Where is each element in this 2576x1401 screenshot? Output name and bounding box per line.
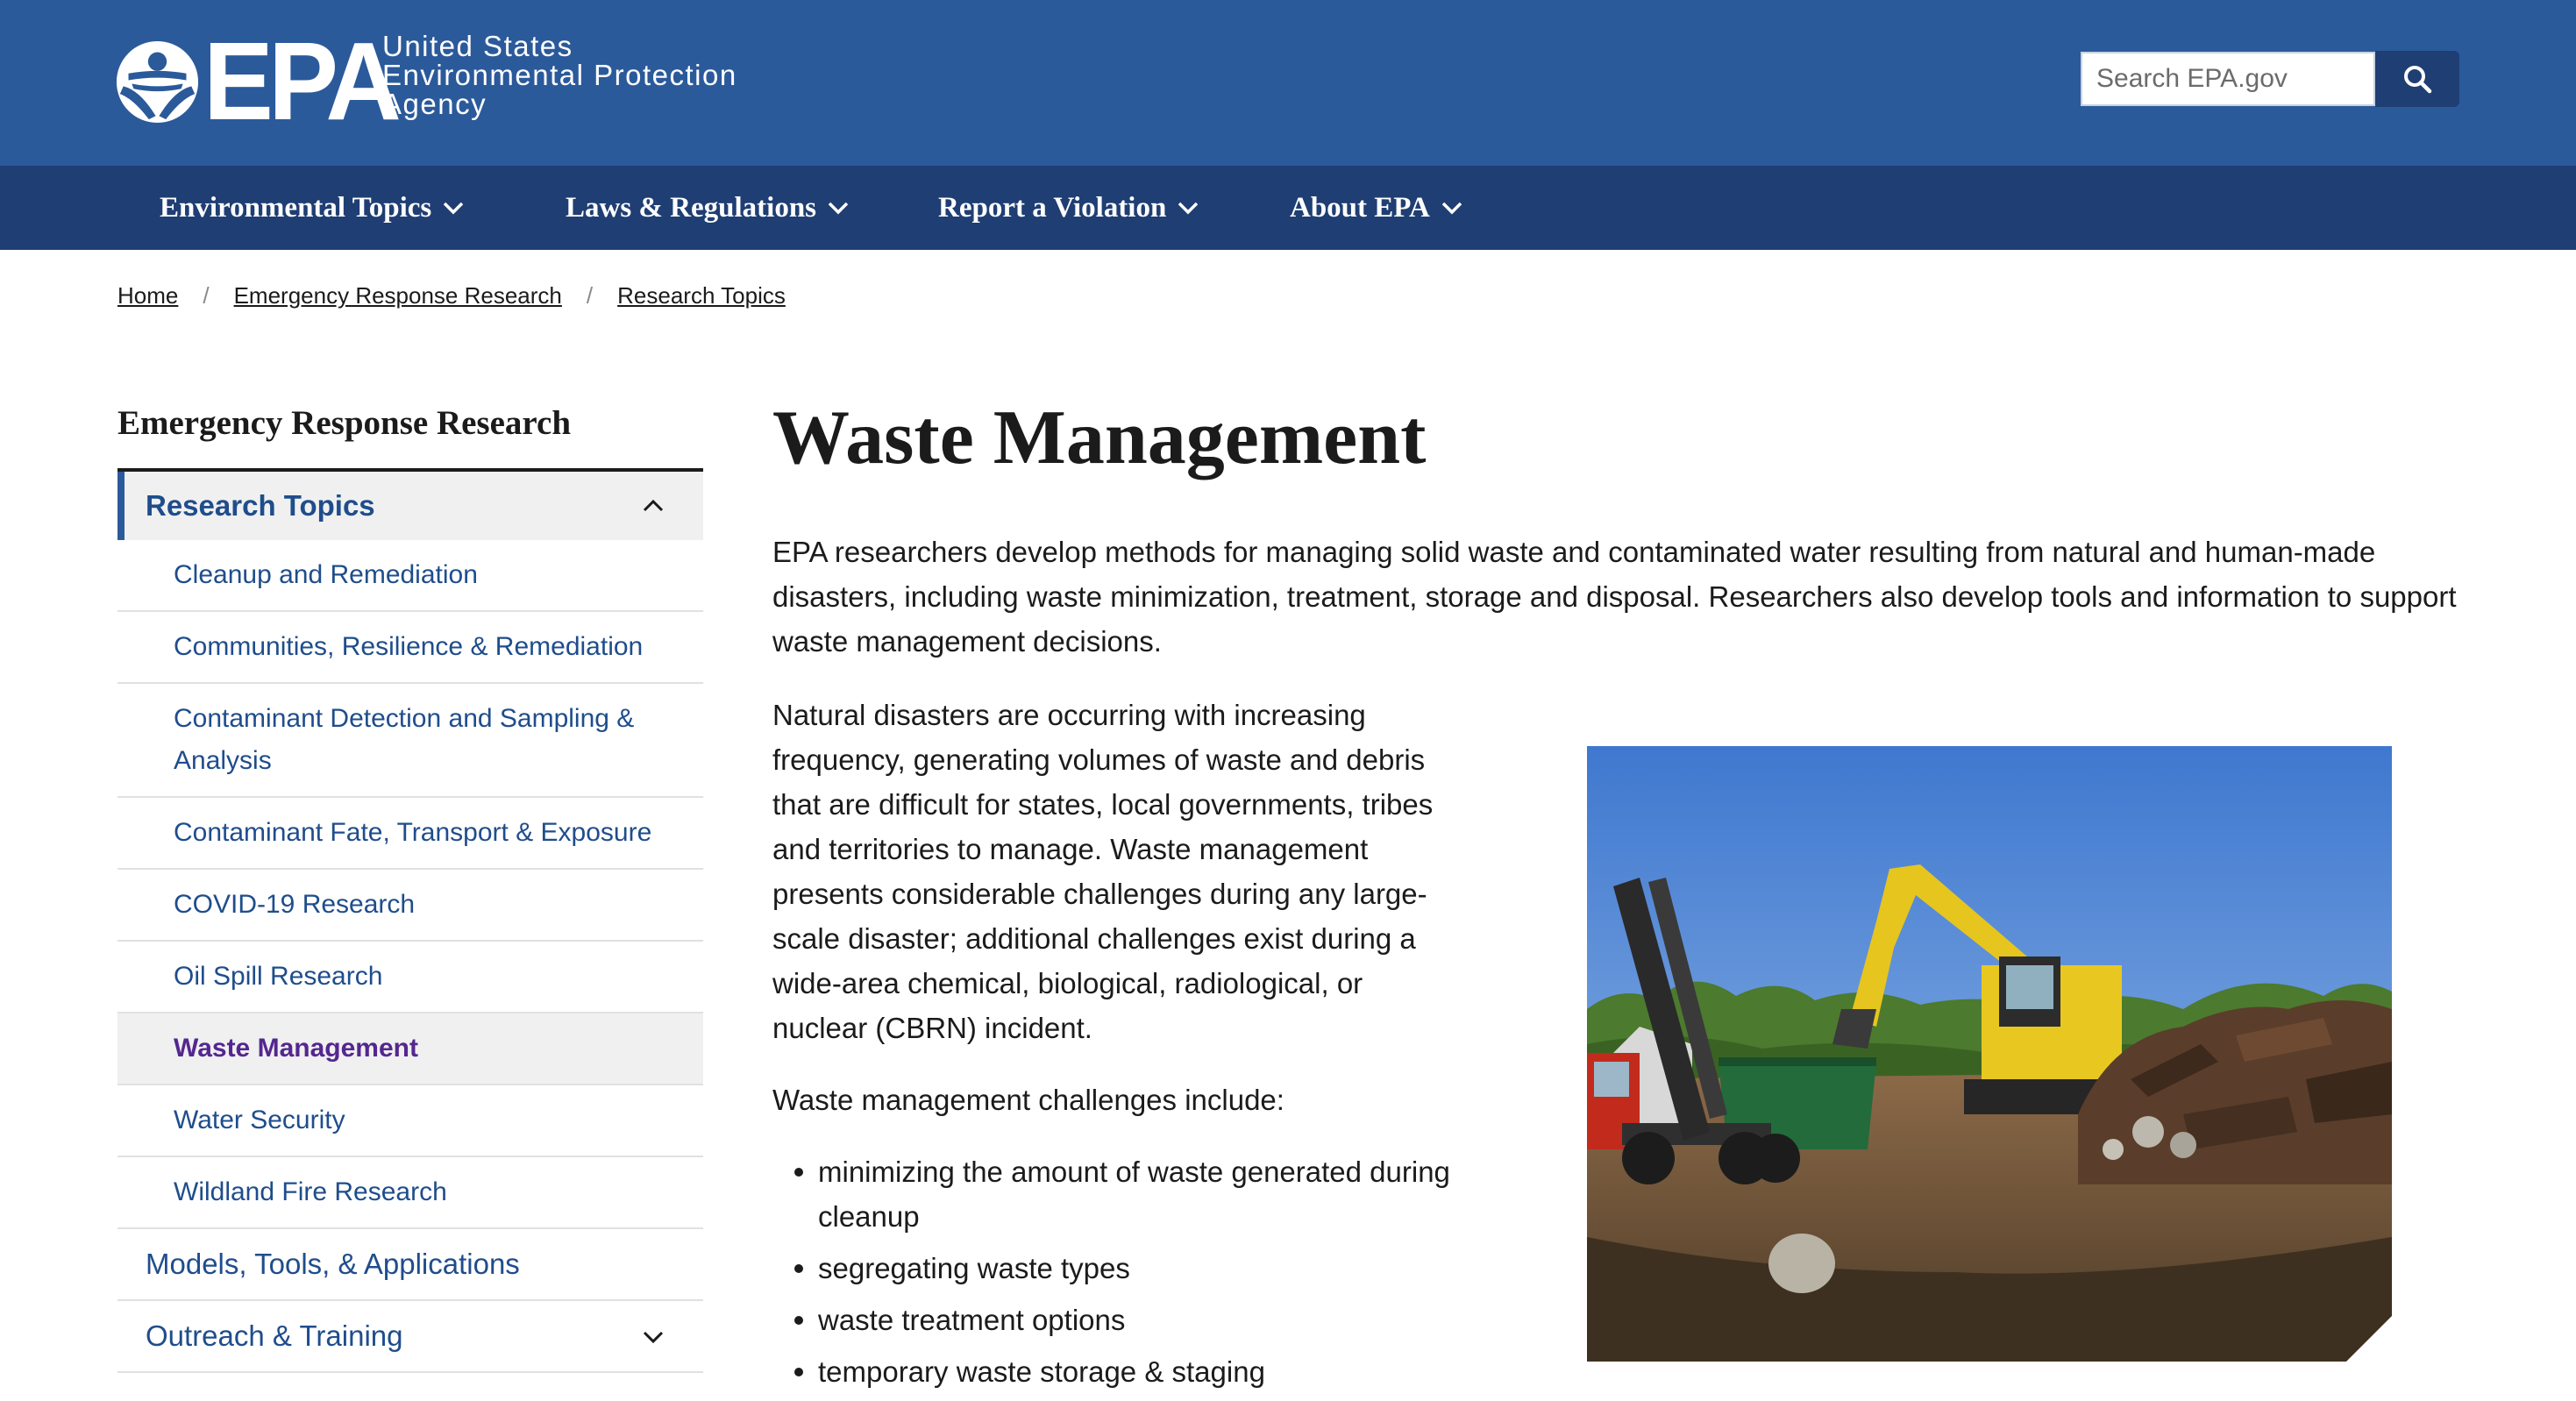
search-icon	[2404, 66, 2432, 94]
epa-logo[interactable]: EPA	[115, 19, 407, 143]
waste-site-photo	[1587, 746, 2392, 1362]
chevron-down-icon	[1178, 202, 1199, 215]
sidebar-item-outreach-training[interactable]: Outreach & Training	[117, 1301, 703, 1373]
search-button[interactable]	[2375, 51, 2459, 107]
nav-label: Report a Violation	[938, 191, 1167, 224]
search-input[interactable]	[2081, 52, 2375, 106]
sidebar-item-label: Outreach & Training	[146, 1319, 403, 1352]
sidebar-item-cleanup-remediation[interactable]: Cleanup and Remediation	[117, 540, 703, 612]
nav-label: About EPA	[1290, 191, 1430, 224]
agency-line: United States	[382, 30, 573, 62]
nav-laws-regulations[interactable]: Laws & Regulations	[566, 166, 850, 250]
intro-paragraph: EPA researchers develop methods for mana…	[772, 536, 2457, 658]
page-title: Waste Management	[772, 395, 1427, 480]
sidebar-item-label: Models, Tools, & Applications	[146, 1248, 520, 1280]
nav-report-violation[interactable]: Report a Violation	[938, 166, 1199, 250]
list-item: segregating waste types	[772, 1246, 1465, 1291]
agency-name: United States Environmental Protection A…	[382, 32, 737, 118]
list-item: minimizing the amount of waste generated…	[772, 1149, 1465, 1239]
site-search	[2081, 51, 2459, 107]
sidebar-item-water-security[interactable]: Water Security	[117, 1085, 703, 1157]
challenges-list: minimizing the amount of waste generated…	[772, 1149, 1465, 1401]
sidebar-title: Emergency Response Research	[117, 395, 703, 472]
sidebar-item-oil-spill-research[interactable]: Oil Spill Research	[117, 942, 703, 1013]
challenges-intro: Waste management challenges include:	[772, 1084, 1284, 1116]
site-header: EPA United States Environmental Protecti…	[0, 0, 2576, 166]
chevron-down-icon[interactable]	[642, 1330, 665, 1344]
list-item: waste treatment options	[772, 1298, 1465, 1342]
nav-label: Laws & Regulations	[566, 191, 817, 224]
chevron-down-icon	[443, 202, 464, 215]
chevron-down-icon	[828, 202, 849, 215]
excavator-debris-image	[1587, 746, 2392, 1362]
sidebar-item-label: Research Topics	[146, 489, 375, 522]
agency-line: Environmental Protection	[382, 59, 737, 91]
breadcrumb: Home / Emergency Response Research / Res…	[117, 282, 786, 309]
agency-line: Agency	[382, 88, 487, 120]
sidebar-item-wildland-fire-research[interactable]: Wildland Fire Research	[117, 1157, 703, 1229]
nav-about-epa[interactable]: About EPA	[1290, 166, 1463, 250]
nav-environmental-topics[interactable]: Environmental Topics	[160, 166, 465, 250]
breadcrumb-separator: /	[203, 282, 210, 309]
sidebar-item-communities-resilience[interactable]: Communities, Resilience & Remediation	[117, 612, 703, 684]
sidebar-item-contaminant-detection[interactable]: Contaminant Detection and Sampling & Ana…	[117, 684, 703, 798]
breadcrumb-home[interactable]: Home	[117, 282, 178, 309]
sidebar-item-models-tools[interactable]: Models, Tools, & Applications	[117, 1229, 703, 1301]
chevron-down-icon	[1441, 202, 1462, 215]
body-paragraph: Natural disasters are occurring with inc…	[772, 699, 1434, 1044]
nav-label: Environmental Topics	[160, 191, 432, 224]
breadcrumb-research-topics[interactable]: Research Topics	[617, 282, 786, 309]
sidebar-nav: Emergency Response Research Research Top…	[117, 395, 703, 1373]
logo-wordmark: EPA	[203, 19, 402, 143]
epa-flower-icon	[116, 40, 199, 123]
chevron-up-icon[interactable]	[642, 499, 665, 513]
sidebar-item-waste-management[interactable]: Waste Management	[117, 1013, 703, 1085]
main-navigation: Environmental Topics Laws & Regulations …	[0, 166, 2576, 250]
list-item: temporary waste storage & staging	[772, 1349, 1465, 1394]
breadcrumb-separator: /	[586, 282, 594, 309]
sidebar-item-covid-19-research[interactable]: COVID-19 Research	[117, 870, 703, 942]
sidebar-item-research-topics[interactable]: Research Topics	[117, 472, 703, 540]
breadcrumb-emergency-response-research[interactable]: Emergency Response Research	[234, 282, 562, 309]
sidebar-item-contaminant-fate[interactable]: Contaminant Fate, Transport & Exposure	[117, 798, 703, 870]
